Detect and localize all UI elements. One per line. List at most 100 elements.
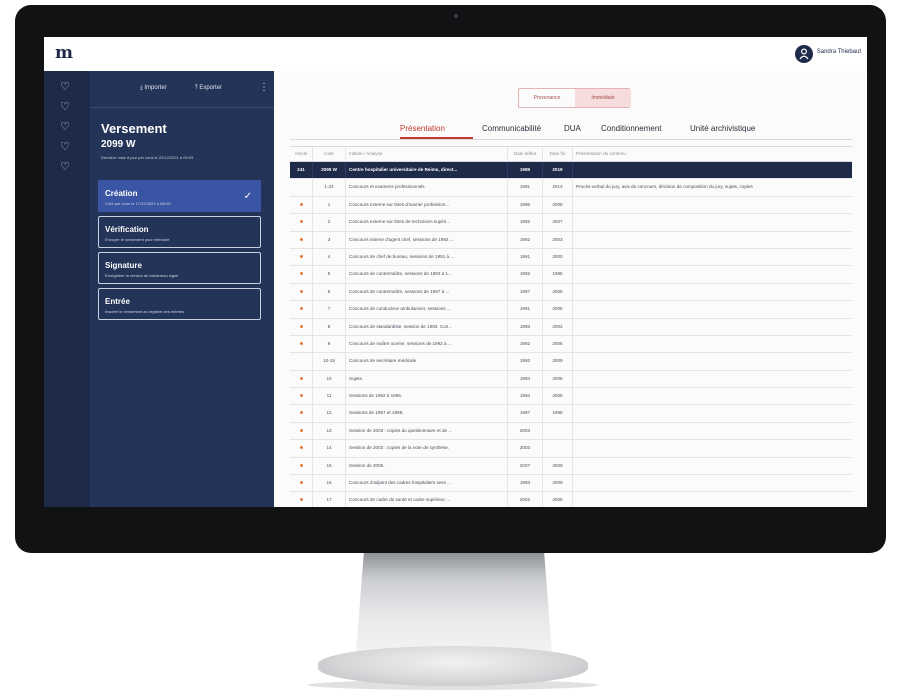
table-row[interactable]: 13 Session de 2003 : copies du questionna… <box>290 422 852 441</box>
bullet-icon <box>299 202 303 206</box>
table-row[interactable]: 11 Sessions de 1992 à 1996. 1994 2006 <box>290 388 852 406</box>
user-avatar[interactable] <box>795 45 813 63</box>
provenance-toggle: Provenance Immédiate <box>518 88 631 108</box>
table-row[interactable]: 5 Concours de contremaître, sessions de 1… <box>290 266 852 284</box>
tab-unite-archivistique[interactable]: Unité archivistique <box>690 124 755 133</box>
table-cell-cote: 4 <box>313 248 346 266</box>
table-row[interactable]: 15 Session de 2006. 2007 2009 <box>290 457 852 476</box>
table-cell-article <box>290 405 313 422</box>
heart-icon[interactable]: ♡ <box>58 140 72 154</box>
table-row[interactable]: 4 Concours de chef de bureau, sessions de… <box>290 248 852 267</box>
step-verification[interactable]: Vérification Envoyer le versement pour r… <box>98 216 261 248</box>
table-cell-df: 2006 <box>543 492 573 507</box>
table-cell-cote: 8 <box>313 318 346 335</box>
export-button[interactable]: ⤒ Exporter <box>195 85 222 92</box>
table-row[interactable]: 17 Concours de cadre de santé et cadre su… <box>290 492 852 507</box>
table-cell-pres <box>573 232 852 248</box>
table-cell-dd: 1992 <box>508 335 543 353</box>
table-cell-article <box>290 335 313 353</box>
table-cell-dd: 2003 <box>508 440 543 457</box>
table-cell-pres <box>573 492 852 507</box>
table-cell-cote: 5 <box>313 266 346 283</box>
tab-conditionnement[interactable]: Conditionnement <box>601 124 661 133</box>
monitor-stand-neck <box>356 553 552 653</box>
column-header-cote[interactable]: Cote <box>313 147 346 161</box>
column-header-date-debut[interactable]: Date début <box>508 147 543 161</box>
table-row[interactable]: 2 Concours externe sur titres de technici… <box>290 214 852 232</box>
more-menu-icon[interactable]: ⋮ <box>259 82 269 93</box>
table-row[interactable]: 9 Concours de maître ouvrier, sessions de… <box>290 335 852 354</box>
bullet-icon <box>299 428 303 432</box>
table-cell-cote: 3 <box>313 231 346 248</box>
import-button[interactable]: ⤓ Importer <box>140 85 167 92</box>
table-cell-intitule: Concours externe sur titres de technicie… <box>346 214 508 231</box>
table-cell-dd: 1997 <box>508 405 543 422</box>
table-row[interactable]: 8 Concours de standardiste, session de 19… <box>290 318 852 336</box>
heart-icon[interactable]: ♡ <box>58 80 72 94</box>
bullet-icon <box>299 307 303 311</box>
toggle-immediate[interactable]: Immédiate <box>575 89 631 107</box>
table-cell-df: 2007 <box>543 214 573 231</box>
table-cell-dd: 1991 <box>508 248 543 266</box>
column-header-intitule[interactable]: Intitulé / Analyse <box>346 147 508 161</box>
table-cell-cote: 13 <box>313 422 346 440</box>
column-header-date-fin[interactable]: Date fin <box>543 147 573 161</box>
table-cell-dd: 1993 <box>508 318 543 335</box>
bullet-icon <box>299 341 303 345</box>
step-creation[interactable]: Création Créé par vous le 17/12/2021 à 0… <box>98 180 261 212</box>
table-row[interactable]: 6 Concours de contremaître, sessions de 1… <box>290 283 852 302</box>
tab-presentation[interactable]: Présentation <box>400 124 445 133</box>
bullet-icon <box>299 254 303 258</box>
heart-icon[interactable]: ♡ <box>58 160 72 174</box>
table-cell-df: 2013 <box>543 179 573 196</box>
column-header-article[interactable]: Article <box>290 147 313 161</box>
table-cell-cote: 14 <box>313 440 346 457</box>
table-cell-dd: 1997 <box>508 283 543 301</box>
table-cell-intitule: Concours de standardiste, session de 199… <box>346 318 508 335</box>
table-cell-cote: 2099 W <box>313 162 346 179</box>
table-cell-df: 2009 <box>543 457 573 475</box>
step-entree[interactable]: Entrée Inscrire le versement au registre… <box>98 288 261 320</box>
last-update: Dernière mise à jour par vous le 20/12/2… <box>101 155 194 160</box>
versement-code: 2099 W <box>101 139 136 150</box>
table-header: Article Cote Intitulé / Analyse Date déb… <box>290 147 852 162</box>
download-icon: ⤓ <box>140 85 143 91</box>
bullet-icon <box>299 481 303 485</box>
table-cell-cote: 11 <box>313 388 346 405</box>
tab-dua[interactable]: DUA <box>564 124 581 133</box>
table-cell-article <box>290 196 313 214</box>
column-header-presentation[interactable]: Présentation du contenu <box>573 147 852 161</box>
table-row[interactable]: 3 Concours interne d'agent chef, sessions… <box>290 231 852 249</box>
table-cell-pres <box>573 440 852 456</box>
table-row[interactable]: 16 Concours d'adjoint des cadres hospital… <box>290 475 852 493</box>
table-row[interactable]: 241 2099 W Centre hospitalier universitair… <box>290 162 852 180</box>
toggle-provenance[interactable]: Provenance <box>519 89 575 107</box>
table-cell-df: 2008 <box>543 196 573 214</box>
table-cell-df: 2006 <box>543 370 573 388</box>
table-cell-article <box>290 214 313 231</box>
table-cell-df: 2000 <box>543 248 573 266</box>
table-row[interactable]: 1 Concours externe sur titres d'ouvrier p… <box>290 196 852 215</box>
heart-icon[interactable]: ♡ <box>58 100 72 114</box>
app-logo[interactable]: m <box>55 43 73 63</box>
table-cell-intitule: Concours et examens professionnels <box>346 179 508 196</box>
webcam <box>454 14 458 18</box>
table-cell-intitule: Session de 2003 : copies du questionnair… <box>346 422 508 440</box>
table-row[interactable]: 1-24 Concours et examens professionnels 19… <box>290 179 852 197</box>
user-name[interactable]: Sandra Thiebaut <box>817 49 861 55</box>
tab-communicabilite[interactable]: Communicabilité <box>482 124 541 133</box>
table-row[interactable]: 7 Concours de conducteur ambulancier, ses… <box>290 301 852 319</box>
table-row[interactable]: 10-15 Concours de secrétaire médicale 1992… <box>290 353 852 371</box>
step-signature[interactable]: Signature Enregistrer la version du bord… <box>98 252 261 284</box>
table-cell-intitule: Session de 2003 : copies de la note de s… <box>346 440 508 457</box>
table-row[interactable]: 14 Session de 2003 : copies de la note de… <box>290 440 852 458</box>
table-row[interactable]: 12 Sessions de 1997 et 1998. 1997 1998 <box>290 405 852 423</box>
table-cell-article <box>290 388 313 405</box>
table-row[interactable]: 10 Sujets. 1994 2006 <box>290 370 852 389</box>
table-cell-dd: 1996 <box>508 196 543 214</box>
table-cell-cote: 9 <box>313 335 346 353</box>
table-cell-pres <box>573 475 852 491</box>
table-cell-article <box>290 301 313 318</box>
heart-icon[interactable]: ♡ <box>58 120 72 134</box>
table-cell-pres <box>573 301 852 317</box>
